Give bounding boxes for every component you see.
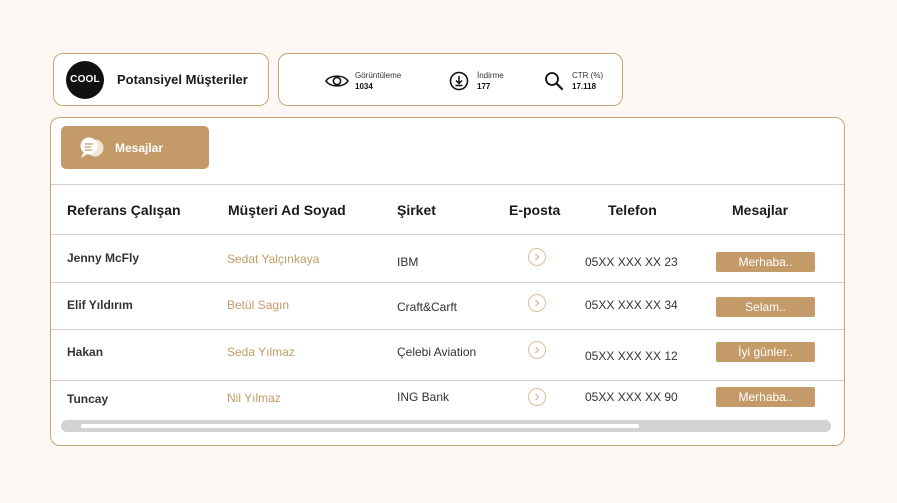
divider <box>51 184 844 185</box>
email-button[interactable] <box>528 294 546 312</box>
cell-sirket: Çelebi Aviation <box>397 345 477 359</box>
search-icon <box>542 69 566 93</box>
cell-telefon: 05XX XXX XX 12 <box>585 349 678 363</box>
cell-musteri[interactable]: Seda Yılmaz <box>227 345 295 359</box>
chevron-right-icon <box>535 299 540 307</box>
divider <box>51 282 844 283</box>
column-header-referans: Referans Çalışan <box>67 202 181 218</box>
message-button[interactable]: Selam.. <box>716 297 815 317</box>
stats-card: Görüntüleme 1034 İndirme 177 CTR (%) 17.… <box>278 53 623 106</box>
stat-value: 177 <box>477 82 491 91</box>
email-button[interactable] <box>528 248 546 266</box>
stat-views: Görüntüleme 1034 <box>325 69 401 93</box>
stat-label: İndirme <box>477 71 504 80</box>
stat-label: Görüntüleme <box>355 71 402 80</box>
eye-icon <box>325 69 349 93</box>
chevron-right-icon <box>535 346 540 354</box>
stat-downloads: İndirme 177 <box>447 69 504 93</box>
horizontal-scrollbar[interactable] <box>61 420 831 432</box>
divider <box>51 380 844 381</box>
cell-referans: Elif Yıldırım <box>67 298 133 312</box>
leads-table-card: Mesajlar Referans Çalışan Müşteri Ad Soy… <box>50 117 845 446</box>
cell-sirket: Craft&Carft <box>397 300 458 314</box>
stat-ctr: CTR (%) 17.118 <box>542 69 603 93</box>
message-button[interactable]: Merhaba.. <box>716 252 815 272</box>
messages-button[interactable]: Mesajlar <box>61 126 209 169</box>
stat-value: 1034 <box>355 82 373 91</box>
stat-label: CTR (%) <box>572 71 604 80</box>
cell-sirket: IBM <box>397 255 419 269</box>
chevron-right-icon <box>535 253 540 261</box>
cell-telefon: 05XX XXX XX 34 <box>585 298 678 312</box>
column-header-sirket: Şirket <box>397 202 436 218</box>
column-header-mesajlar: Mesajlar <box>732 202 789 218</box>
email-button[interactable] <box>528 388 546 406</box>
cell-referans: Tuncay <box>67 392 109 406</box>
cool-logo: COOL <box>66 60 104 99</box>
brand-card: COOL Potansiyel Müşteriler <box>53 53 269 106</box>
column-header-telefon: Telefon <box>608 202 657 218</box>
scrollbar-thumb[interactable] <box>81 424 639 428</box>
cell-referans: Hakan <box>67 345 104 359</box>
cell-sirket: ING Bank <box>397 390 450 404</box>
divider <box>51 329 844 330</box>
divider <box>51 234 844 235</box>
cell-musteri[interactable]: Nil Yılmaz <box>227 391 281 405</box>
cell-referans: Jenny McFly <box>67 251 140 265</box>
cell-musteri[interactable]: Betül Sagın <box>227 298 289 312</box>
messages-button-label: Mesajlar <box>115 140 164 155</box>
column-header-musteri: Müşteri Ad Soyad <box>228 202 346 218</box>
message-button[interactable]: İyi günler.. <box>716 342 815 362</box>
cell-telefon: 05XX XXX XX 90 <box>585 390 678 404</box>
column-header-eposta: E-posta <box>509 202 561 218</box>
chevron-right-icon <box>535 393 540 401</box>
download-icon <box>447 69 471 93</box>
email-button[interactable] <box>528 341 546 359</box>
chat-bubbles-icon <box>79 136 107 160</box>
cell-telefon: 05XX XXX XX 23 <box>585 255 678 269</box>
stat-value: 17.118 <box>572 82 597 91</box>
cell-musteri[interactable]: Sedat Yalçınkaya <box>227 252 319 266</box>
page-title: Potansiyel Müşteriler <box>117 72 248 87</box>
message-button[interactable]: Merhaba.. <box>716 387 815 407</box>
